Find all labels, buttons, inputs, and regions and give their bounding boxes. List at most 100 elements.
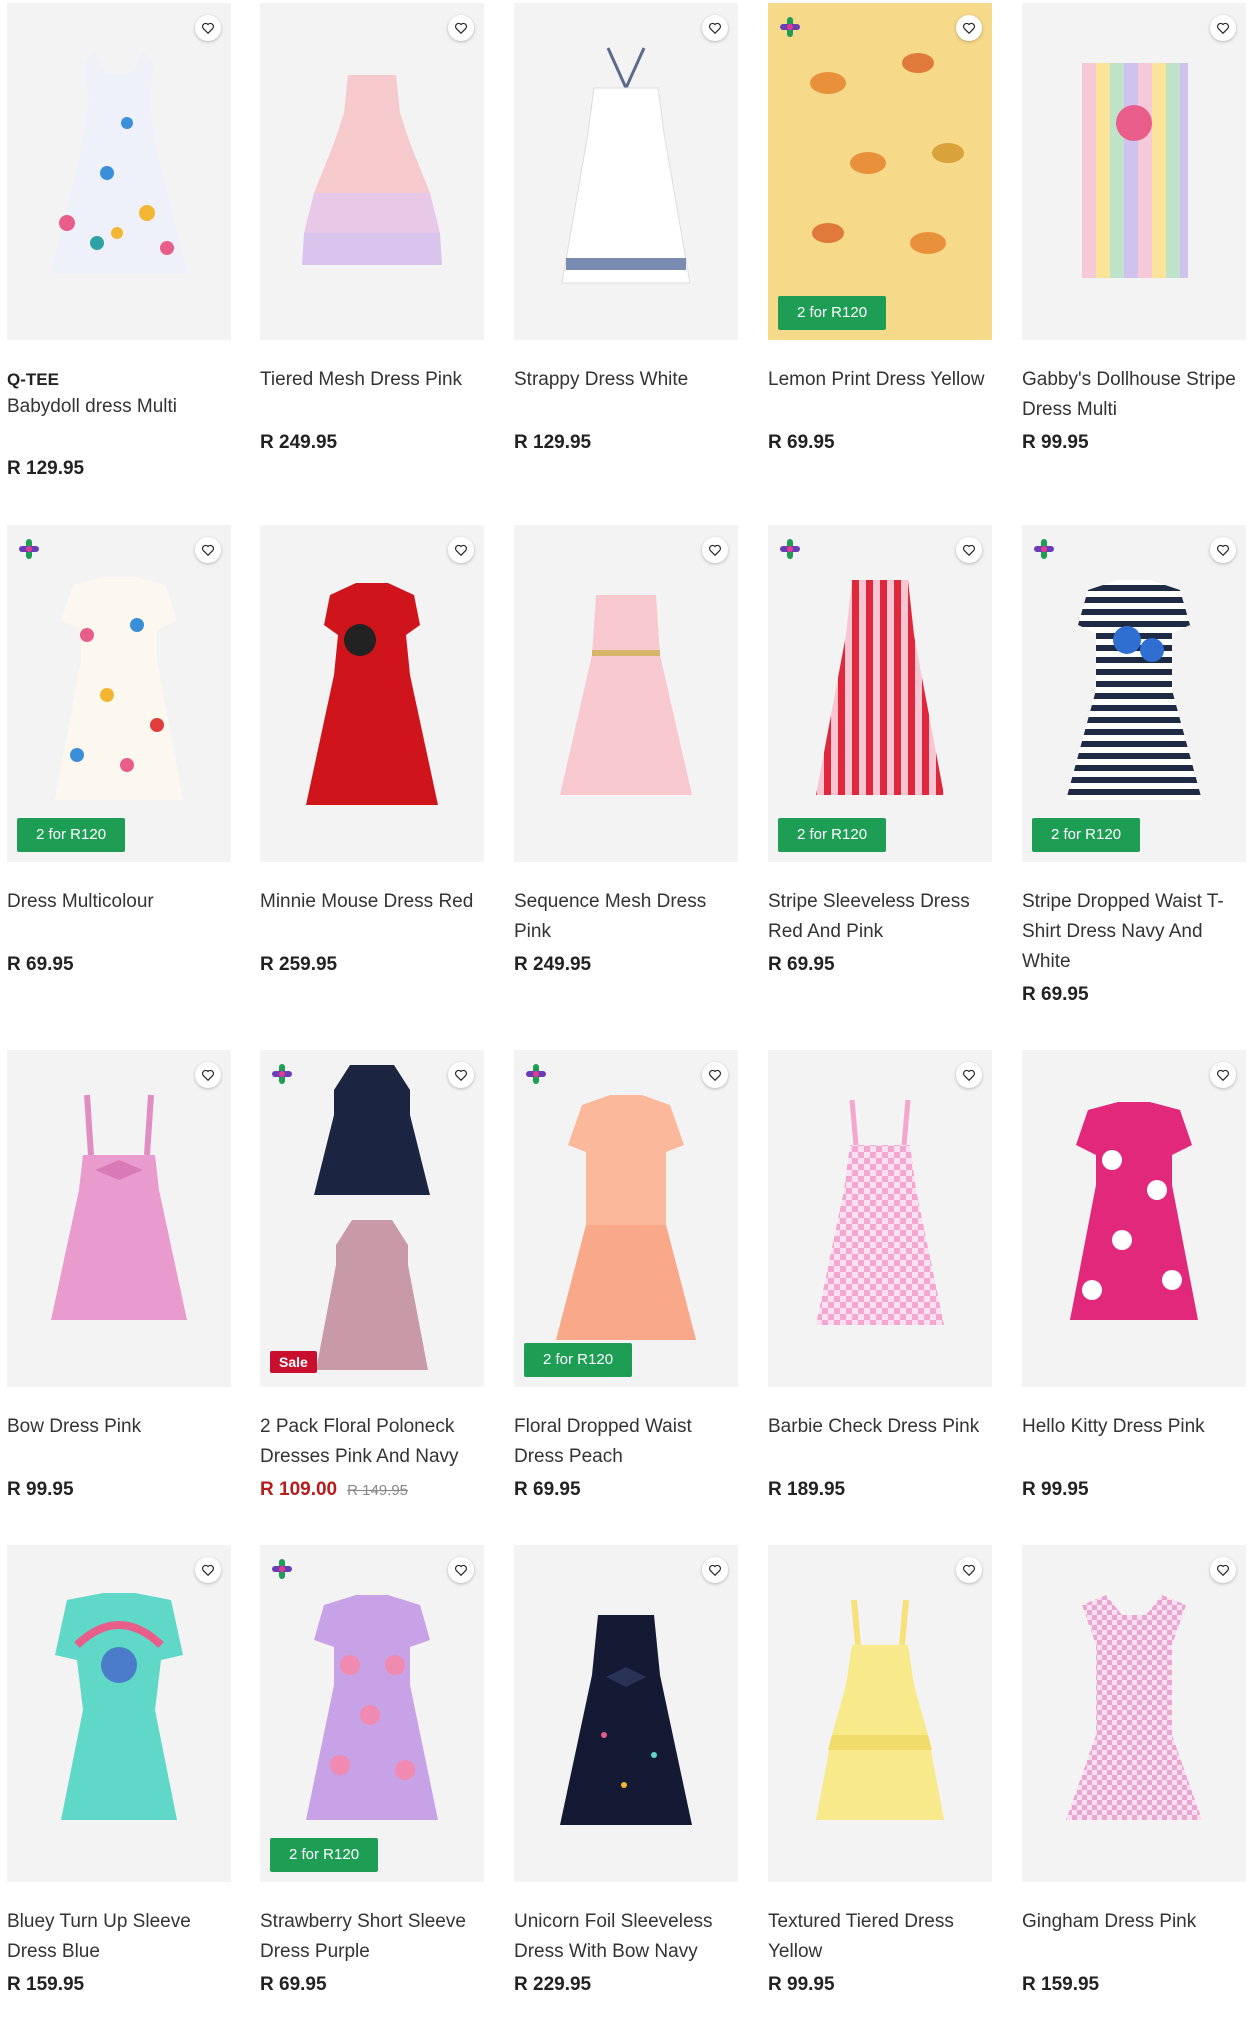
- product-card[interactable]: Bluey Turn Up Sleeve Dress Blue R 159.95: [7, 1545, 231, 1995]
- wishlist-heart-icon[interactable]: [702, 1557, 728, 1583]
- product-card[interactable]: Minnie Mouse Dress Red R 259.95: [260, 525, 484, 975]
- product-title[interactable]: Tiered Mesh Dress Pink: [260, 365, 484, 395]
- product-title[interactable]: Stripe Sleeveless Dress Red And Pink: [768, 887, 992, 947]
- wishlist-heart-icon[interactable]: [956, 537, 982, 563]
- wishlist-heart-icon[interactable]: [1210, 1062, 1236, 1088]
- product-title[interactable]: Strappy Dress White: [514, 365, 738, 395]
- product-title[interactable]: Babydoll dress Multi: [7, 392, 231, 422]
- plus-brand-icon: [1034, 539, 1054, 559]
- product-price: R 159.95: [7, 1974, 85, 1995]
- product-card[interactable]: Strappy Dress White R 129.95: [514, 3, 738, 453]
- wishlist-heart-icon[interactable]: [956, 1557, 982, 1583]
- product-image[interactable]: 2 for R120: [514, 1050, 738, 1387]
- wishlist-heart-icon[interactable]: [195, 1062, 221, 1088]
- product-image[interactable]: [514, 1545, 738, 1882]
- product-image[interactable]: [1022, 1545, 1246, 1882]
- product-card[interactable]: Gabby's Dollhouse Stripe Dress Multi R 9…: [1022, 3, 1246, 453]
- product-card[interactable]: 2 for R120 Strawberry Short Sleeve Dress…: [260, 1545, 484, 1995]
- wishlist-heart-icon[interactable]: [956, 15, 982, 41]
- promo-badge: 2 for R120: [17, 818, 126, 852]
- product-card[interactable]: Sequence Mesh Dress Pink R 249.95: [514, 525, 738, 975]
- plus-brand-icon: [272, 1064, 292, 1084]
- product-title[interactable]: Bow Dress Pink: [7, 1412, 231, 1442]
- product-title[interactable]: Floral Dropped Waist Dress Peach: [514, 1412, 738, 1472]
- promo-badge: 2 for R120: [1032, 818, 1141, 852]
- product-title[interactable]: 2 Pack Floral Poloneck Dresses Pink And …: [260, 1412, 484, 1472]
- plus-brand-icon: [19, 539, 39, 559]
- product-image[interactable]: [7, 1545, 231, 1882]
- product-image[interactable]: 2 for R120: [768, 525, 992, 862]
- product-title[interactable]: Gingham Dress Pink: [1022, 1907, 1246, 1937]
- product-title[interactable]: Bluey Turn Up Sleeve Dress Blue: [7, 1907, 231, 1967]
- product-image[interactable]: [7, 3, 231, 340]
- product-card[interactable]: 2 for R120 Floral Dropped Waist Dress Pe…: [514, 1050, 738, 1500]
- product-price: R 249.95: [514, 954, 592, 975]
- product-title[interactable]: Minnie Mouse Dress Red: [260, 887, 484, 917]
- product-price: R 69.95: [1022, 984, 1089, 1005]
- product-card[interactable]: 2 for R120 Lemon Print Dress Yellow R 69…: [768, 3, 992, 453]
- product-image[interactable]: 2 for R120: [768, 3, 992, 340]
- product-price: R 109.00 R 149.95: [260, 1479, 408, 1501]
- product-card[interactable]: Gingham Dress Pink R 159.95: [1022, 1545, 1246, 1995]
- product-card[interactable]: Sale 2 Pack Floral Poloneck Dresses Pink…: [260, 1050, 484, 1500]
- product-title[interactable]: Barbie Check Dress Pink: [768, 1412, 992, 1442]
- product-title[interactable]: Textured Tiered Dress Yellow: [768, 1907, 992, 1967]
- product-image[interactable]: [1022, 1050, 1246, 1387]
- product-title[interactable]: Strawberry Short Sleeve Dress Purple: [260, 1907, 484, 1967]
- wishlist-heart-icon[interactable]: [195, 1557, 221, 1583]
- product-price: R 99.95: [768, 1974, 835, 1995]
- product-title[interactable]: Stripe Dropped Waist T-Shirt Dress Navy …: [1022, 887, 1246, 977]
- wishlist-heart-icon[interactable]: [702, 1062, 728, 1088]
- product-card[interactable]: 2 for R120 Dress Multicolour R 69.95: [7, 525, 231, 975]
- product-card[interactable]: 2 for R120 Stripe Dropped Waist T-Shirt …: [1022, 525, 1246, 1005]
- product-card[interactable]: Barbie Check Dress Pink R 189.95: [768, 1050, 992, 1500]
- product-image[interactable]: Sale: [260, 1050, 484, 1387]
- wishlist-heart-icon[interactable]: [448, 1062, 474, 1088]
- product-grid: Q-TEE Babydoll dress Multi R 129.95 Tier…: [0, 0, 1250, 2024]
- wishlist-heart-icon[interactable]: [1210, 537, 1236, 563]
- plus-brand-icon: [272, 1559, 292, 1579]
- product-price: R 229.95: [514, 1974, 592, 1995]
- wishlist-heart-icon[interactable]: [702, 15, 728, 41]
- product-card[interactable]: Textured Tiered Dress Yellow R 99.95: [768, 1545, 992, 1995]
- product-title[interactable]: Hello Kitty Dress Pink: [1022, 1412, 1246, 1442]
- product-price: R 69.95: [768, 954, 835, 975]
- product-card[interactable]: 2 for R120 Stripe Sleeveless Dress Red A…: [768, 525, 992, 975]
- product-price: R 249.95: [260, 432, 338, 453]
- product-card[interactable]: Hello Kitty Dress Pink R 99.95: [1022, 1050, 1246, 1500]
- wishlist-heart-icon[interactable]: [195, 537, 221, 563]
- product-title[interactable]: Unicorn Foil Sleeveless Dress With Bow N…: [514, 1907, 738, 1967]
- plus-brand-icon: [526, 1064, 546, 1084]
- product-title[interactable]: Dress Multicolour: [7, 887, 231, 917]
- product-image[interactable]: [768, 1545, 992, 1882]
- wishlist-heart-icon[interactable]: [448, 537, 474, 563]
- product-image[interactable]: [260, 525, 484, 862]
- product-title[interactable]: Sequence Mesh Dress Pink: [514, 887, 738, 947]
- product-card[interactable]: Bow Dress Pink R 99.95: [7, 1050, 231, 1500]
- product-price: R 69.95: [768, 432, 835, 453]
- product-title[interactable]: Lemon Print Dress Yellow: [768, 365, 992, 395]
- promo-badge: 2 for R120: [778, 296, 887, 330]
- product-card[interactable]: Tiered Mesh Dress Pink R 249.95: [260, 3, 484, 453]
- product-image[interactable]: 2 for R120: [1022, 525, 1246, 862]
- product-image[interactable]: 2 for R120: [260, 1545, 484, 1882]
- product-image[interactable]: [7, 1050, 231, 1387]
- product-image[interactable]: [514, 3, 738, 340]
- wishlist-heart-icon[interactable]: [956, 1062, 982, 1088]
- wishlist-heart-icon[interactable]: [195, 15, 221, 41]
- product-image[interactable]: [1022, 3, 1246, 340]
- wishlist-heart-icon[interactable]: [1210, 15, 1236, 41]
- product-image[interactable]: [514, 525, 738, 862]
- product-image[interactable]: [260, 3, 484, 340]
- wishlist-heart-icon[interactable]: [448, 1557, 474, 1583]
- wishlist-heart-icon[interactable]: [1210, 1557, 1236, 1583]
- wishlist-heart-icon[interactable]: [702, 537, 728, 563]
- product-image[interactable]: 2 for R120: [7, 525, 231, 862]
- product-card[interactable]: Unicorn Foil Sleeveless Dress With Bow N…: [514, 1545, 738, 1995]
- wishlist-heart-icon[interactable]: [448, 15, 474, 41]
- product-card[interactable]: Q-TEE Babydoll dress Multi R 129.95: [7, 3, 231, 479]
- product-price: R 189.95: [768, 1479, 846, 1500]
- product-title[interactable]: Gabby's Dollhouse Stripe Dress Multi: [1022, 365, 1246, 425]
- product-image[interactable]: [768, 1050, 992, 1387]
- was-price: R 149.95: [347, 1482, 409, 1499]
